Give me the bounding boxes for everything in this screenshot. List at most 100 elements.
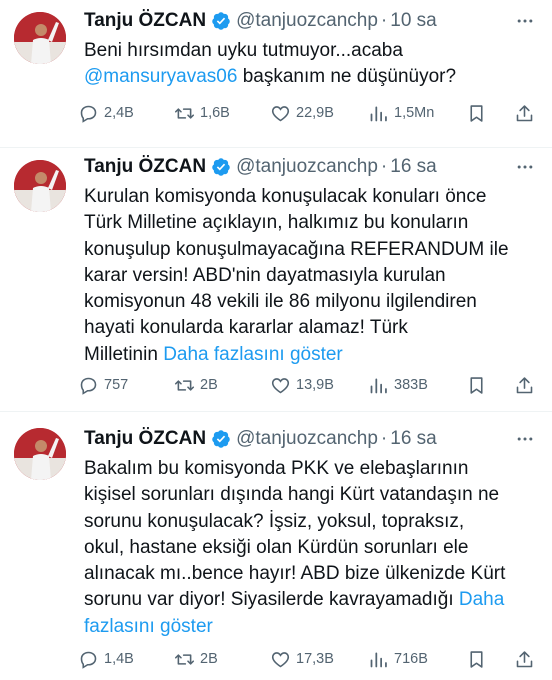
tweet-actions: 1,4B 2B 17,3B 716B (78, 646, 538, 672)
views-icon (370, 378, 387, 393)
text-line: hayati konularda kararlar alamaz! Türk (84, 317, 408, 339)
tweet-actions: 2,4B 1,6B 22,9B 1,5Mn (78, 100, 538, 126)
like-button[interactable]: 17,3B (270, 646, 334, 672)
views-button[interactable]: 383B (368, 372, 428, 398)
text-line: Milletinin (84, 343, 164, 365)
reply-button[interactable]: 1,4B (78, 646, 134, 672)
verified-icon (211, 157, 231, 177)
mention-link[interactable]: @mansuryavas06 (84, 66, 237, 87)
tweet-3[interactable]: Tanju ÖZCAN @tanjuozcanchp · 16 sa Bakal… (0, 412, 552, 680)
share-icon (516, 376, 533, 393)
views-button[interactable]: 1,5Mn (368, 100, 434, 126)
like-count: 22,9B (296, 105, 334, 121)
text-line: başkanım ne düşünüyor? (237, 66, 457, 88)
verified-icon (211, 11, 231, 31)
show-more-link-continued[interactable]: fazlasını göster (84, 616, 213, 637)
tweet-actions: 757 2B 13,9B 383B (78, 372, 538, 398)
share-icon (516, 650, 533, 667)
separator-dot: · (380, 10, 388, 31)
more-icon[interactable] (514, 428, 536, 450)
verified-icon (211, 429, 231, 449)
views-button[interactable]: 716B (368, 646, 428, 672)
text-line: kişisel sorunları dışında hangi Kürt vat… (84, 484, 500, 506)
retweet-count: 2B (200, 377, 218, 393)
timestamp[interactable]: 16 sa (390, 428, 436, 450)
bookmark-button[interactable] (466, 100, 487, 126)
text-line: sorunu var diyor! Siyasilerde kavrayamad… (84, 589, 459, 611)
retweet-icon (174, 107, 195, 119)
text-line: konuşulup konuşulmayacağına REFERANDUM i… (84, 238, 509, 260)
separator-dot: · (380, 156, 388, 177)
tweet-2[interactable]: Tanju ÖZCAN @tanjuozcanchp · 16 sa Kurul… (0, 148, 552, 412)
views-count: 716B (394, 651, 428, 667)
retweet-count: 2B (200, 651, 218, 667)
bookmark-icon (470, 376, 483, 394)
text-line: karar versin! ABD'nin dayatmasıyla kurul… (84, 264, 446, 286)
author-handle[interactable]: @tanjuozcanchp (236, 156, 378, 178)
timestamp[interactable]: 16 sa (390, 156, 436, 178)
tweet-header: Tanju ÖZCAN @tanjuozcanchp · 16 sa (84, 154, 437, 180)
retweet-button[interactable]: 2B (174, 646, 218, 672)
avatar[interactable] (14, 12, 66, 64)
reply-count: 757 (104, 377, 129, 393)
tweet-text: Beni hırsımdan uyku tutmuyor...acaba @ma… (84, 38, 536, 91)
bookmark-button[interactable] (466, 646, 487, 672)
like-icon (271, 105, 290, 121)
author-handle[interactable]: @tanjuozcanchp (236, 10, 378, 32)
reply-button[interactable]: 2,4B (78, 100, 134, 126)
tweet-header: Tanju ÖZCAN @tanjuozcanchp · 16 sa (84, 426, 437, 452)
bookmark-icon (470, 650, 483, 668)
reply-count: 2,4B (104, 105, 134, 121)
retweet-icon (174, 653, 195, 665)
text-line: komisyonun 48 vekili ile 86 milyonu ilgi… (84, 291, 477, 313)
share-button[interactable] (514, 646, 535, 672)
text-line: Beni hırsımdan uyku tutmuyor...acaba (84, 40, 403, 61)
like-button[interactable]: 13,9B (270, 372, 334, 398)
tweet-1[interactable]: Tanju ÖZCAN @tanjuozcanchp · 10 sa Beni … (0, 0, 552, 148)
text-line: Türk Milletine açıklayın, halkımız bu ko… (84, 212, 469, 234)
share-button[interactable] (514, 100, 535, 126)
like-icon (271, 377, 290, 393)
author-handle[interactable]: @tanjuozcanchp (236, 428, 378, 450)
more-icon[interactable] (514, 156, 536, 178)
views-icon (370, 652, 387, 667)
retweet-button[interactable]: 1,6B (174, 100, 230, 126)
show-more-link[interactable]: Daha fazlasını göster (163, 344, 343, 365)
more-icon[interactable] (514, 10, 536, 32)
author-name[interactable]: Tanju ÖZCAN (84, 10, 206, 32)
like-button[interactable]: 22,9B (270, 100, 334, 126)
views-count: 383B (394, 377, 428, 393)
views-count: 1,5Mn (394, 105, 435, 121)
tweet-header: Tanju ÖZCAN @tanjuozcanchp · 10 sa (84, 8, 437, 34)
retweet-icon (174, 379, 195, 391)
text-line: Kurulan komisyonda konuşulacak konuları … (84, 186, 487, 207)
like-count: 17,3B (296, 651, 334, 667)
reply-count: 1,4B (104, 651, 134, 667)
text-line: sorunu konuşulacak? İşsiz, yoksul, topra… (84, 510, 465, 532)
text-line: okul, hastane eksiği olan Kürdün sorunla… (84, 536, 469, 558)
separator-dot: · (380, 428, 388, 449)
reply-icon (80, 651, 97, 669)
reply-icon (80, 105, 97, 123)
bookmark-icon (470, 104, 483, 122)
text-line: Bakalım bu komisyonda PKK ve elebaşların… (84, 458, 469, 479)
timestamp[interactable]: 10 sa (390, 10, 436, 32)
bookmark-button[interactable] (466, 372, 487, 398)
reply-button[interactable]: 757 (78, 372, 128, 398)
share-icon (516, 104, 533, 121)
author-name[interactable]: Tanju ÖZCAN (84, 156, 206, 178)
like-count: 13,9B (296, 377, 334, 393)
author-name[interactable]: Tanju ÖZCAN (84, 428, 206, 450)
show-more-link[interactable]: Daha (459, 589, 504, 610)
avatar[interactable] (14, 428, 66, 480)
tweet-text: Bakalım bu komisyonda PKK ve elebaşların… (84, 456, 536, 640)
retweet-count: 1,6B (200, 105, 230, 121)
share-button[interactable] (514, 372, 535, 398)
text-line: alınacak mı..bence hayır! ABD bize ülken… (84, 563, 506, 585)
avatar[interactable] (14, 160, 66, 212)
like-icon (271, 651, 290, 667)
tweet-text: Kurulan komisyonda konuşulacak konuları … (84, 184, 536, 368)
retweet-button[interactable]: 2B (174, 372, 218, 398)
reply-icon (80, 377, 97, 395)
views-icon (370, 106, 387, 121)
